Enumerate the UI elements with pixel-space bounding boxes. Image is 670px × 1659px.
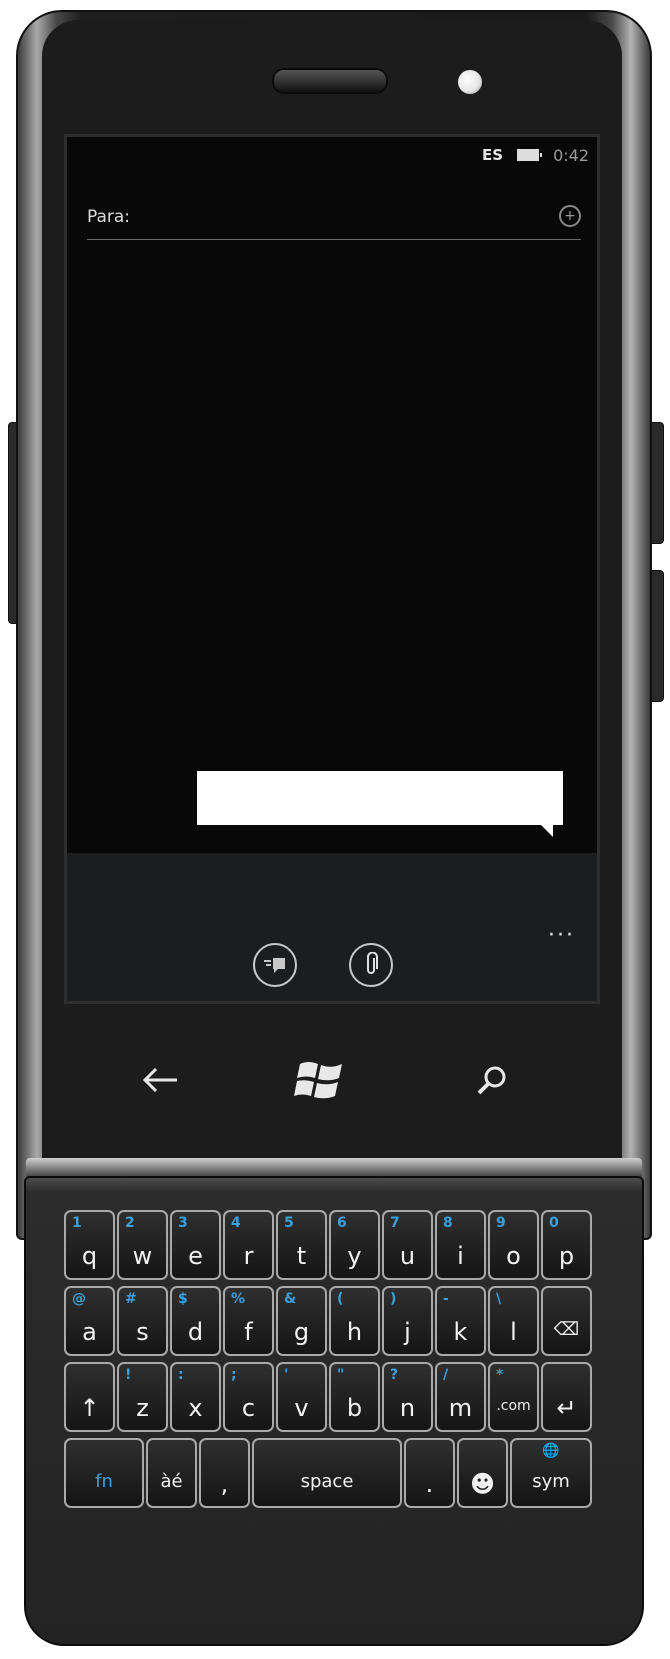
key-p[interactable]: 0p	[541, 1210, 592, 1280]
search-button[interactable]	[462, 1050, 522, 1110]
comma-key[interactable]: ,	[199, 1438, 250, 1508]
key-s[interactable]: # s	[117, 1286, 168, 1356]
key-i[interactable]: 8i	[435, 1210, 486, 1280]
key-o[interactable]: 9o	[488, 1210, 539, 1280]
key-g[interactable]: & g	[276, 1286, 327, 1356]
front-camera	[458, 70, 482, 94]
status-bar: ES 0:42	[482, 143, 589, 167]
key-z[interactable]: ! z	[117, 1362, 168, 1432]
attach-icon	[367, 952, 378, 974]
key-u[interactable]: 7u	[382, 1210, 433, 1280]
key-v[interactable]: ' v	[276, 1362, 327, 1432]
key-w[interactable]: 2w	[117, 1210, 168, 1280]
accent-key[interactable]: àé	[146, 1438, 197, 1508]
clock: 0:42	[553, 145, 589, 165]
key-q[interactable]: 1q	[64, 1210, 115, 1280]
camera-button[interactable]	[650, 570, 664, 702]
key-b[interactable]: " b	[329, 1362, 380, 1432]
hardware-nav	[66, 1030, 598, 1120]
windows-logo-icon	[294, 1062, 342, 1099]
earpiece-speaker	[272, 68, 388, 94]
key-d[interactable]: $ d	[170, 1286, 221, 1356]
keyboard-row-2: @ a # s $ d % f & g (h ) j -k \ l ⌫	[64, 1286, 594, 1356]
backspace-icon: ⌫	[553, 1319, 580, 1340]
enter-icon: ↵	[556, 1394, 577, 1422]
enter-key[interactable]: ↵	[541, 1362, 592, 1432]
keyboard-row-1: 1q 2w 3e 4r 5t 6y 7u 8i 9o 0p	[64, 1210, 594, 1280]
fn-key[interactable]: fn	[64, 1438, 144, 1508]
shift-key[interactable]: ↑	[64, 1362, 115, 1432]
key-n[interactable]: ? n	[382, 1362, 433, 1432]
space-key[interactable]: space	[252, 1438, 402, 1508]
back-arrow-icon	[142, 1067, 177, 1093]
key-j[interactable]: ) j	[382, 1286, 433, 1356]
message-input-bubble[interactable]	[197, 771, 563, 825]
recipient-input[interactable]	[141, 207, 545, 233]
back-button[interactable]	[130, 1050, 190, 1110]
keyboard-row-3: ↑ ! z :x ; c ' v " b ? n / m * .com ↵	[64, 1362, 594, 1432]
recipient-row: Para: +	[87, 199, 581, 240]
key-f[interactable]: % f	[223, 1286, 274, 1356]
send-button[interactable]	[253, 943, 297, 987]
key-c[interactable]: ; c	[223, 1362, 274, 1432]
to-label: Para:	[87, 207, 131, 227]
input-language-indicator: ES	[482, 146, 504, 164]
key-e[interactable]: 3e	[170, 1210, 221, 1280]
key-k[interactable]: -k	[435, 1286, 486, 1356]
key-m[interactable]: / m	[435, 1362, 486, 1432]
key-t[interactable]: 5t	[276, 1210, 327, 1280]
key-l[interactable]: \ l	[488, 1286, 539, 1356]
key-h[interactable]: (h	[329, 1286, 380, 1356]
shift-arrow-icon: ↑	[79, 1394, 100, 1422]
phone-device: ES 0:42 Para: + ··· 1 q 2 w 3 e 4 r 5 t …	[6, 10, 664, 1648]
key-a[interactable]: @ a	[64, 1286, 115, 1356]
keyboard-row-4: fn àé , space . ☻ 🌐 sym	[64, 1438, 594, 1508]
smiley-icon: ☻	[469, 1470, 496, 1498]
message-bubble-tail	[539, 823, 553, 837]
key-x[interactable]: :x	[170, 1362, 221, 1432]
attach-button[interactable]	[349, 943, 393, 987]
globe-icon: 🌐	[542, 1443, 560, 1459]
sym-key[interactable]: 🌐 sym	[510, 1438, 592, 1508]
add-contact-icon[interactable]: +	[559, 205, 581, 227]
phone-screen: ES 0:42 Para: + ···	[64, 134, 600, 1004]
send-icon	[264, 958, 285, 973]
more-options-button[interactable]: ···	[548, 923, 575, 948]
emoji-key[interactable]: ☻	[457, 1438, 508, 1508]
battery-icon	[517, 149, 543, 161]
period-key[interactable]: .	[404, 1438, 455, 1508]
key-y[interactable]: 6y	[329, 1210, 380, 1280]
volume-button[interactable]	[650, 422, 664, 544]
dotcom-key[interactable]: * .com	[488, 1362, 539, 1432]
start-button[interactable]	[290, 1050, 350, 1110]
key-r[interactable]: 4r	[223, 1210, 274, 1280]
backspace-key[interactable]: ⌫	[541, 1286, 592, 1356]
search-icon	[477, 1066, 506, 1095]
app-bar: ···	[67, 853, 597, 1001]
